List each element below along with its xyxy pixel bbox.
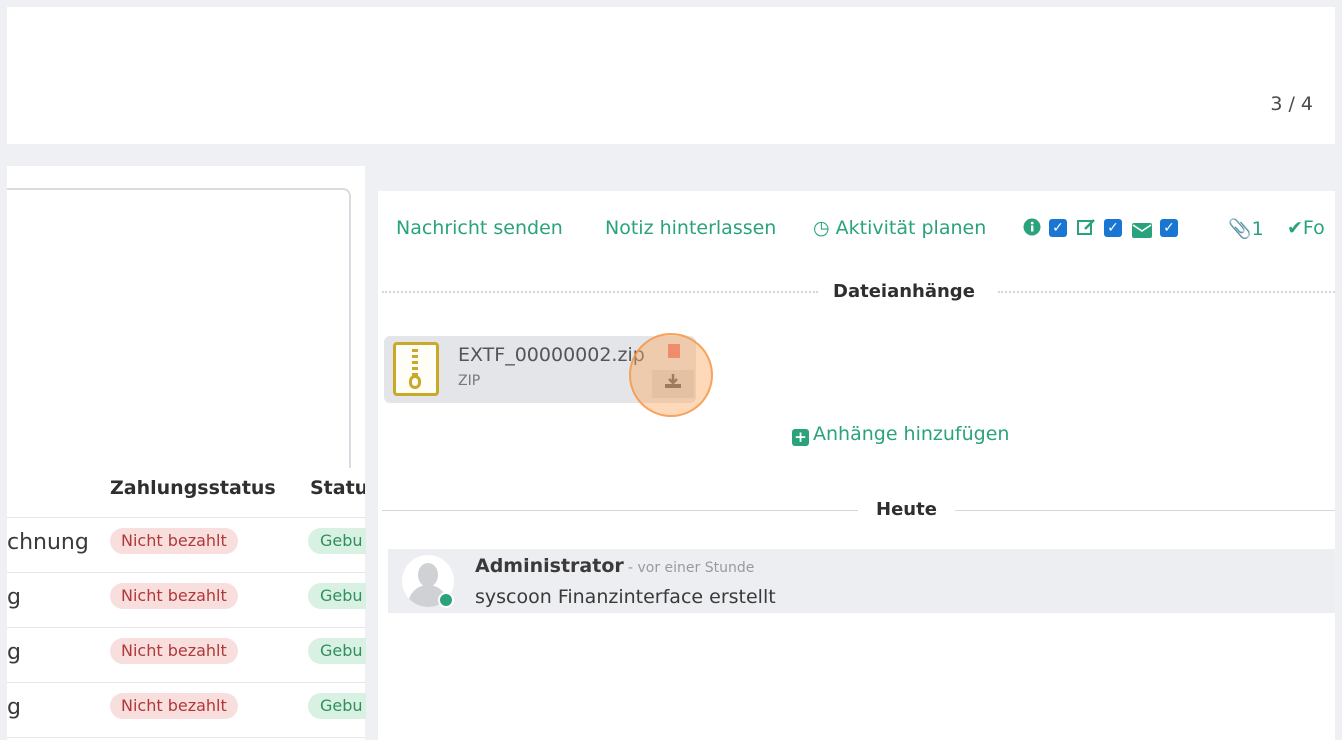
check-icon: ✔ [1287, 217, 1303, 239]
section-separator [382, 291, 818, 293]
attachment-count: 1 [1251, 218, 1264, 240]
clock-icon: ◷ [813, 217, 830, 239]
status-badge: Gebu [308, 528, 366, 554]
payment-status-badge: Nicht bezahlt [110, 583, 238, 609]
edit-icon [1077, 218, 1096, 241]
column-header-payment-status[interactable]: Zahlungsstatus [110, 477, 276, 499]
add-attachments-button[interactable]: + Anhänge hinzufügen [792, 423, 1009, 446]
top-header: 3 / 4 [7, 7, 1335, 144]
row-divider [7, 627, 365, 628]
list-panel: Zahlungsstatus Statu chnung Nicht bezahl… [7, 166, 366, 740]
send-message-button[interactable]: Nachricht senden [396, 217, 563, 239]
chatter-message: Administrator - vor einer Stunde syscoon… [388, 549, 1335, 613]
online-status-icon [438, 592, 454, 608]
message-author[interactable]: Administrator [475, 555, 624, 577]
today-title: Heute [876, 499, 937, 520]
info-checkbox[interactable]: ✓ [1049, 219, 1067, 237]
section-separator [382, 510, 858, 511]
log-note-button[interactable]: Notiz hinterlassen [605, 217, 776, 239]
section-separator [998, 291, 1335, 293]
plan-activity-button[interactable]: ◷ Aktivität planen [813, 217, 986, 239]
chatter-panel [378, 191, 1335, 740]
row-divider [7, 737, 365, 738]
attachment-name[interactable]: EXTF_00000002.zip [458, 344, 645, 366]
click-highlight-marker [629, 333, 713, 417]
mail-checkbox[interactable]: ✓ [1160, 219, 1178, 237]
row-name: g [7, 585, 21, 610]
payment-status-badge: Nicht bezahlt [110, 638, 238, 664]
payment-status-badge: Nicht bezahlt [110, 528, 238, 554]
message-time: - vor einer Stunde [628, 560, 755, 576]
plus-square-icon: + [792, 429, 809, 446]
record-pager[interactable]: 3 / 4 [1270, 93, 1313, 115]
status-badge: Gebu [308, 583, 366, 609]
edit-checkbox[interactable]: ✓ [1104, 219, 1122, 237]
follow-label: Fo [1302, 217, 1325, 239]
message-body: syscoon Finanzinterface erstellt [475, 586, 776, 608]
paperclip-icon: 📎 [1228, 218, 1252, 240]
status-badge: Gebu [308, 638, 366, 664]
row-name: g [7, 695, 21, 720]
zip-file-icon [393, 342, 439, 396]
add-attachments-label: Anhänge hinzufügen [813, 423, 1010, 445]
row-divider [7, 572, 365, 573]
row-divider [7, 517, 365, 518]
envelope-icon [1132, 221, 1152, 243]
attachment-type: ZIP [458, 373, 481, 389]
column-header-status[interactable]: Statu [310, 477, 365, 499]
attachments-toggle-button[interactable]: 📎1 [1228, 217, 1264, 240]
follow-button[interactable]: ✔Fo [1287, 217, 1325, 239]
row-divider [7, 682, 365, 683]
attachments-title: Dateianhänge [833, 281, 975, 302]
status-badge: Gebu [308, 693, 366, 719]
row-name: chnung [7, 530, 89, 555]
section-separator [955, 510, 1335, 511]
plan-activity-label: Aktivität planen [835, 217, 987, 239]
row-name: g [7, 640, 21, 665]
search-panel-frame [7, 188, 351, 468]
info-icon [1023, 218, 1041, 241]
payment-status-badge: Nicht bezahlt [110, 693, 238, 719]
